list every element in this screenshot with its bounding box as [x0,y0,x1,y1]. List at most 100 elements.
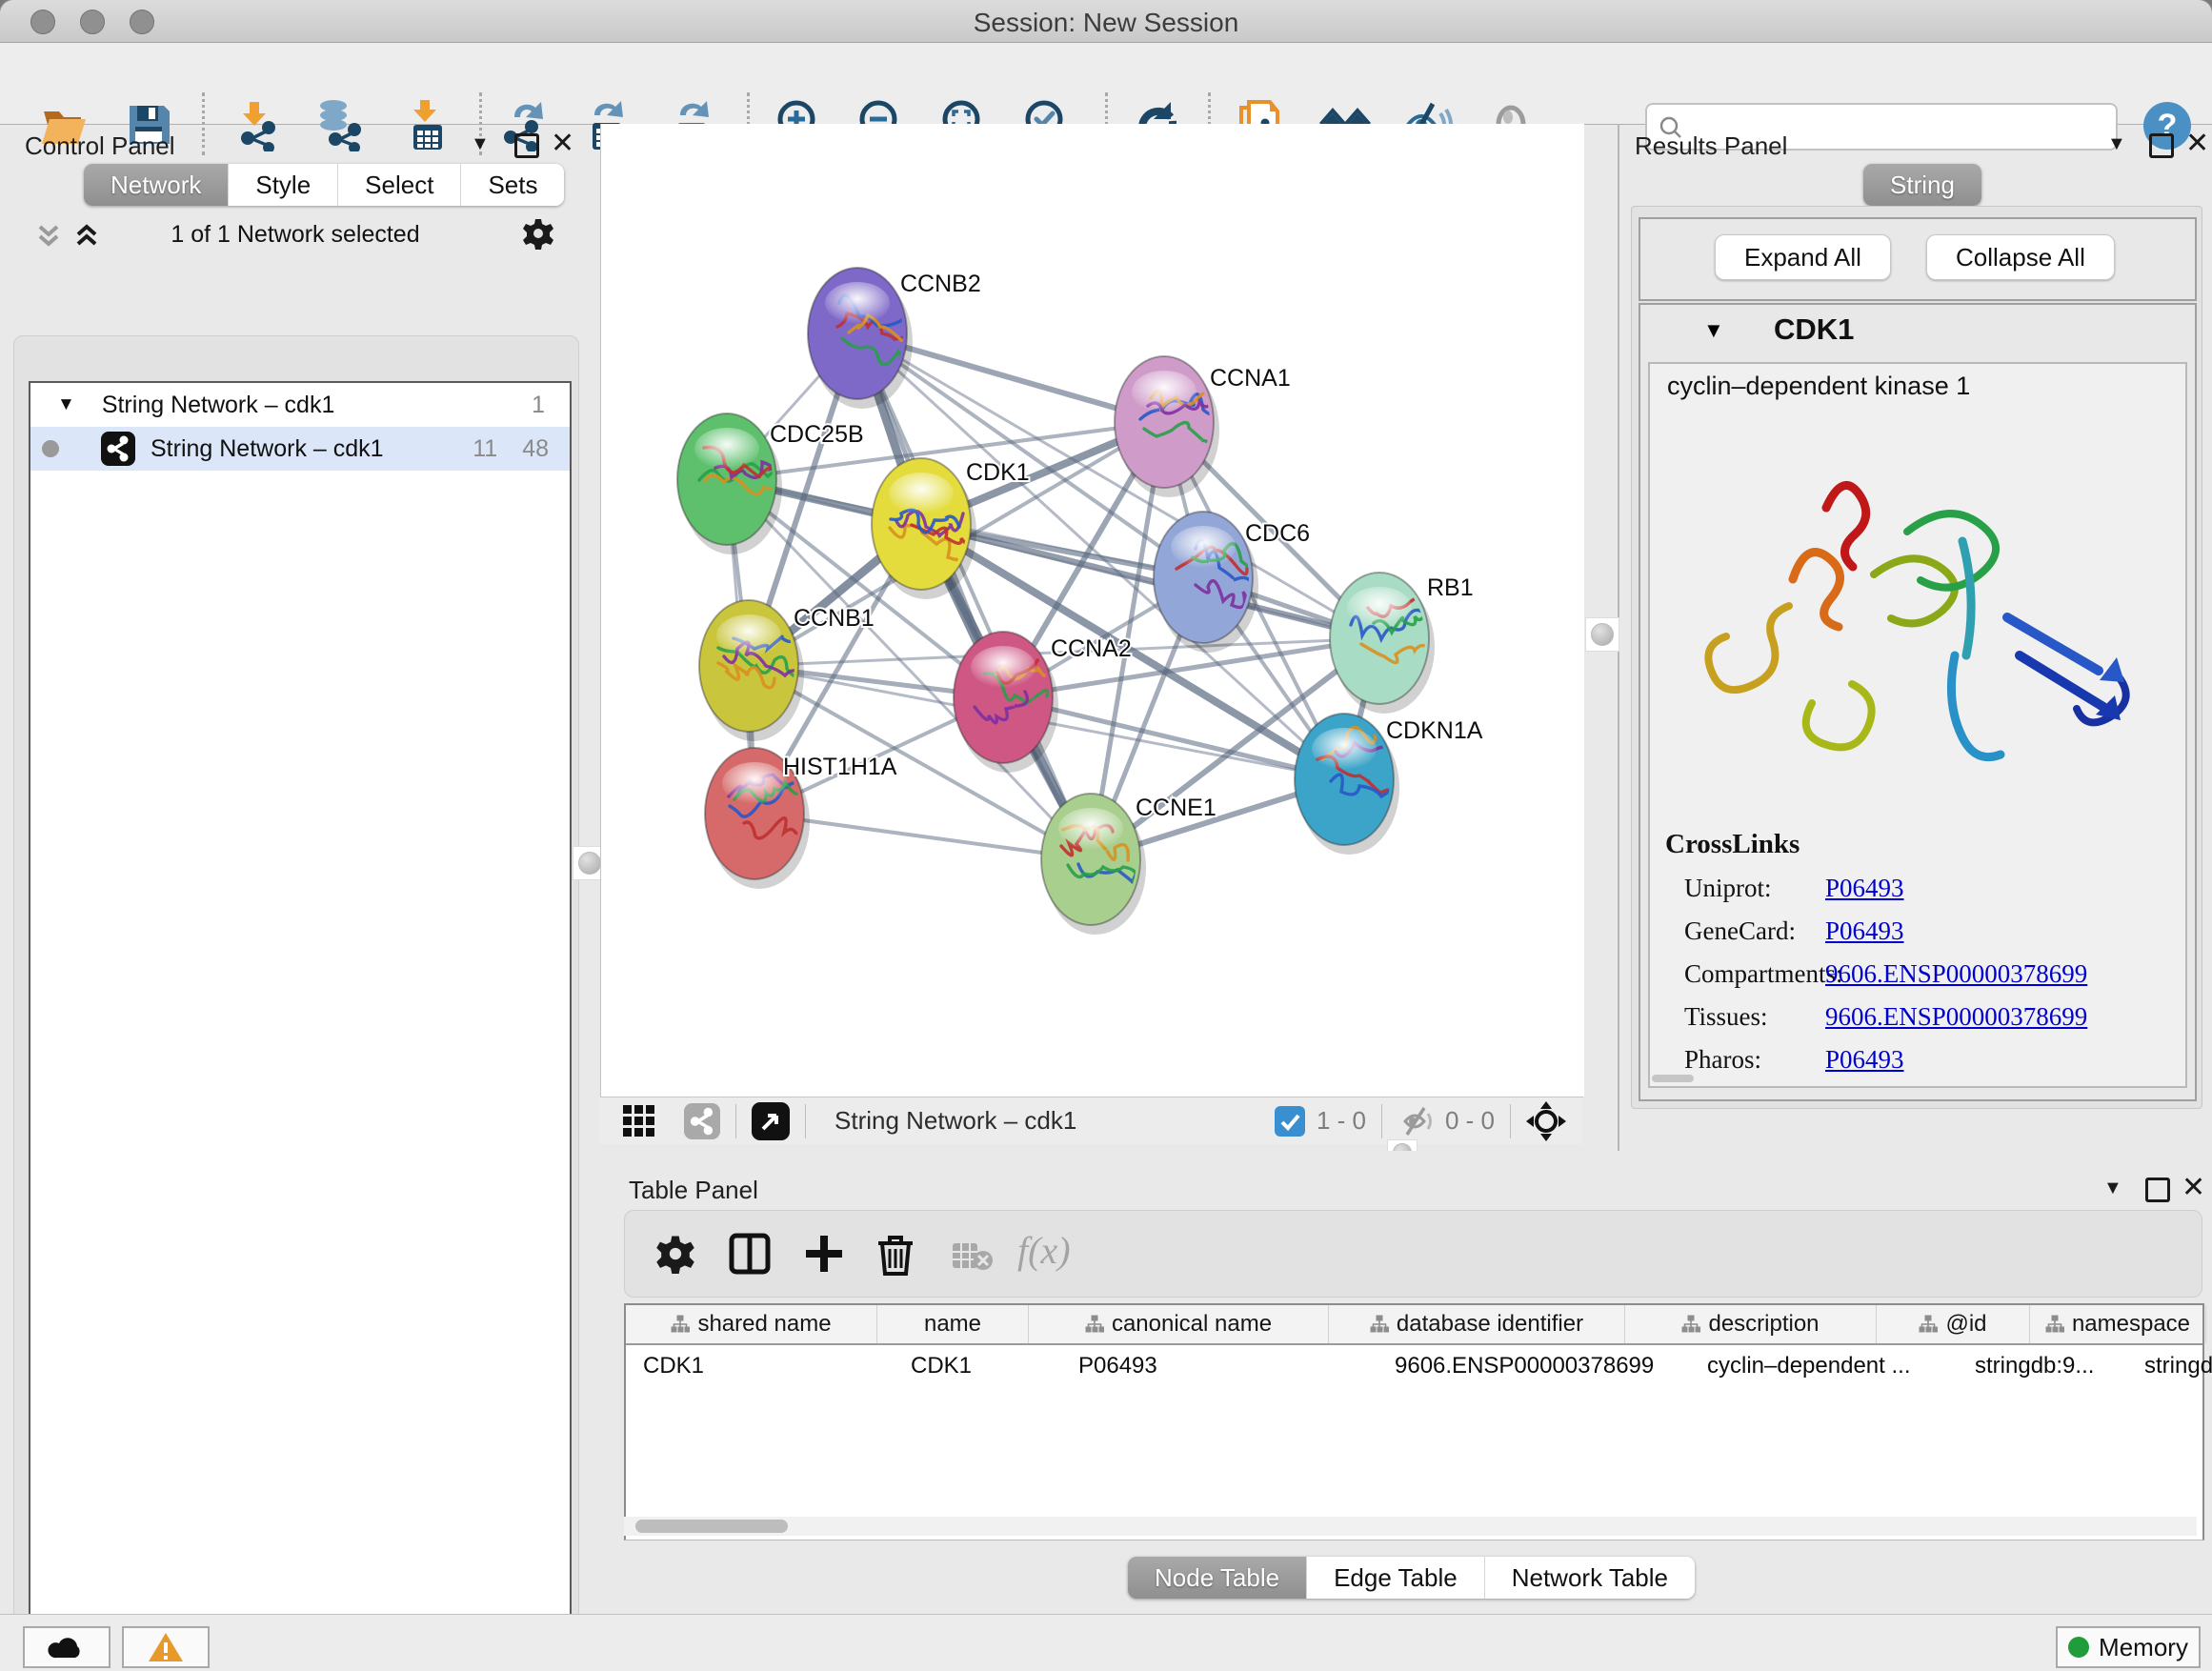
node-label-HIST1H1A: HIST1H1A [783,754,897,780]
network-canvas[interactable]: CCNB2CCNA1CDC25BCDK1CDC6RB1CCNB1CCNA2CDK… [600,124,1584,1097]
selected-checkbox-icon[interactable] [1275,1106,1305,1137]
node-table-header: shared name name canonical name database id… [626,1305,2202,1345]
memory-label: Memory [2099,1633,2188,1662]
table-h-scrollbar-thumb[interactable] [635,1520,788,1533]
expand-all-button[interactable]: Expand All [1715,234,1891,280]
collapse-all-button[interactable]: Collapse All [1926,234,2115,280]
memory-button[interactable]: Memory [2056,1626,2201,1668]
table-cell: P06493 [1061,1345,1377,1387]
network-tree-selected-row[interactable]: String Network – cdk1 11 48 [30,427,570,471]
delete-column-trash-icon[interactable] [875,1232,916,1276]
results-panel-maximize-icon[interactable] [2149,133,2174,158]
results-panel-close-icon[interactable]: ✕ [2185,133,2209,154]
crosslink-link[interactable]: P06493 [1825,1045,1904,1075]
control-panel-maximize-icon[interactable] [514,133,539,158]
control-panel-float-icon[interactable]: ▼ [471,133,490,155]
function-builder-icon: f(x) [1017,1228,1071,1273]
tree-expand-caret-icon[interactable]: ▼ [57,394,75,415]
column-header-shared-name[interactable]: shared name [626,1305,877,1343]
shared-column-icon [671,1315,690,1334]
column-header-label: database identifier [1397,1311,1583,1338]
shared-column-icon [1085,1315,1104,1334]
table-panel-tabs: Node Table Edge Table Network Table [1128,1557,1695,1599]
table-options-gear-icon[interactable] [655,1234,695,1274]
table-panel-close-icon[interactable]: ✕ [2182,1178,2205,1198]
tab-sets[interactable]: Sets [460,164,564,206]
result-gene-name: CDK1 [1774,312,1854,347]
collection-count: 1 [532,392,545,419]
grid-view-icon[interactable] [621,1103,657,1139]
current-network-dot-icon [42,440,59,457]
tab-edge-table[interactable]: Edge Table [1306,1557,1484,1599]
crosslink-row: Uniprot:P06493 [1684,867,2170,910]
network-edge-CCNB2-CCNE1[interactable] [857,333,1091,859]
create-column-plus-icon[interactable] [802,1232,846,1276]
right-splitter-handle[interactable] [1585,617,1619,652]
node-label-CCNB1: CCNB1 [794,605,875,632]
network-collection-label: String Network – cdk1 [102,392,335,419]
network-node-CCNB2[interactable]: CCNB2 [808,268,981,409]
crosslink-label: Compartments: [1684,959,1825,989]
column-header-description[interactable]: description [1625,1305,1877,1343]
table-h-scrollbar[interactable] [624,1517,2197,1536]
network-options-gear-icon[interactable] [522,217,554,250]
expand-all-chevron-icon[interactable] [72,223,101,250]
network-node-CDC25B[interactable]: CDC25B [677,413,864,554]
warning-status-button[interactable] [122,1626,210,1668]
node-label-RB1: RB1 [1427,574,1474,601]
results-panel-float-icon[interactable]: ▼ [2107,133,2126,155]
column-header-canonical-name[interactable]: canonical name [1029,1305,1329,1343]
column-header-label: name [924,1311,981,1338]
tab-select[interactable]: Select [337,164,460,206]
column-header-label: canonical name [1112,1311,1272,1338]
tab-network-table[interactable]: Network Table [1484,1557,1695,1599]
crosslink-link[interactable]: P06493 [1825,916,1904,946]
table-panel-float-icon[interactable]: ▼ [2103,1178,2122,1199]
tab-node-table[interactable]: Node Table [1128,1557,1306,1599]
node-label-CCNB2: CCNB2 [900,271,981,297]
table-panel-maximize-icon[interactable] [2145,1178,2170,1202]
crosslink-label: Pharos: [1684,1045,1825,1075]
network-view-toolbar: String Network – cdk1 1 - 0 0 - 0 [600,1097,1583,1144]
network-node-CDC6[interactable]: CDC6 [1154,512,1310,653]
node-result-detail: cyclin–dependent kinase 1 CrossLinks Uni… [1648,362,2187,1088]
network-name-label: String Network – cdk1 [151,435,384,463]
selected-nodes-edges-count: 1 - 0 [1317,1106,1366,1136]
node-label-CDC25B: CDC25B [770,421,864,448]
network-node-CDKN1A[interactable]: CDKN1A [1295,714,1483,855]
table-cell: stringdb:9... [1958,1345,2127,1387]
fit-content-crosshair-icon[interactable] [1526,1101,1566,1141]
node-table-row[interactable]: CDK1CDK1P064939606.ENSP00000378699cyclin… [626,1345,2202,1387]
cloud-status-button[interactable] [23,1626,111,1668]
collapse-all-chevron-icon[interactable] [34,223,63,250]
show-columns-icon[interactable] [728,1232,772,1276]
network-view-mode-icon[interactable] [684,1103,720,1139]
network-node-CCNA1[interactable]: CCNA1 [1115,356,1291,497]
collapse-entry-caret-icon[interactable]: ▼ [1703,318,1724,343]
current-network-title: String Network – cdk1 [835,1106,1076,1136]
control-panel-close-icon[interactable]: ✕ [551,133,574,154]
column-header-database-identifier[interactable]: database identifier [1329,1305,1625,1343]
results-panel-title: Results Panel [1635,131,1787,161]
node-label-CDKN1A: CDKN1A [1386,717,1483,744]
column-header-name[interactable]: name [877,1305,1029,1343]
crosslink-row: Compartments:9606.ENSP00000378699 [1684,953,2170,996]
network-node-RB1[interactable]: RB1 [1330,573,1474,714]
column-header-label: namespace [2072,1311,2190,1338]
tab-style[interactable]: Style [228,164,337,206]
crosslink-link[interactable]: 9606.ENSP00000378699 [1825,959,2087,989]
column-header--id[interactable]: @id [1877,1305,2030,1343]
crosslink-link[interactable]: 9606.ENSP00000378699 [1825,1002,2087,1032]
birds-eye-view-icon[interactable] [752,1102,790,1140]
tab-string[interactable]: String [1863,164,1981,206]
results-scrollbar[interactable] [1652,1075,1694,1082]
network-type-icon [101,432,135,466]
column-header-namespace[interactable]: namespace [2030,1305,2206,1343]
tab-network[interactable]: Network [84,164,228,206]
network-node-CCNE1[interactable]: CCNE1 [1041,794,1217,935]
network-tree-root-row[interactable]: ▼ String Network – cdk1 1 [30,383,570,427]
network-node-HIST1H1A[interactable]: HIST1H1A [705,748,897,889]
column-header-label: shared name [697,1311,831,1338]
crosslink-link[interactable]: P06493 [1825,874,1904,903]
net-toolbar-separator [1510,1104,1511,1138]
